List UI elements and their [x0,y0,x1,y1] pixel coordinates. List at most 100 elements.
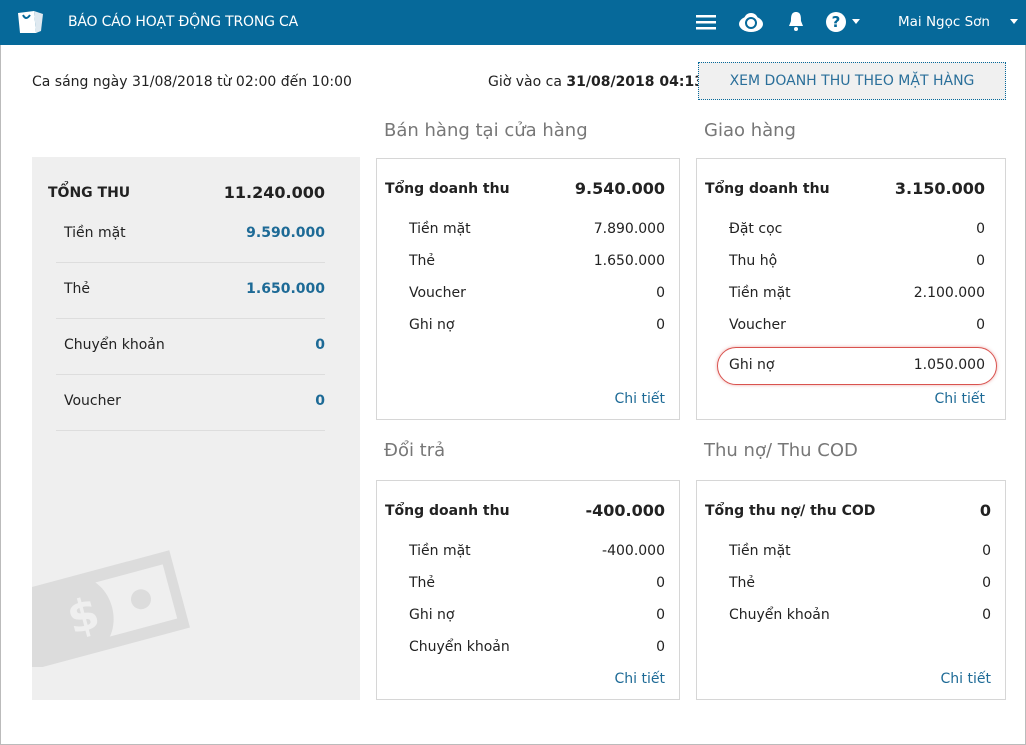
card-row: Thẻ 1.650.000 [409,253,665,273]
card-row: Ghi nợ 0 [409,607,665,627]
row-label: Ghi nợ [409,317,455,333]
delivery-detail-link[interactable]: Chi tiết [935,391,985,407]
total-row: Chuyển khoản 0 [56,319,325,375]
row-label: Tiền mặt [409,543,471,559]
card-head-label: Tổng doanh thu [705,181,830,197]
row-value: 0 [656,575,665,591]
total-label: TỔNG THU [48,185,131,201]
menu-icon[interactable] [696,13,716,31]
card-row: Thẻ 0 [729,575,991,595]
row-value: 0 [656,607,665,623]
row-label: Thẻ [729,575,756,591]
section-returns-title: Đổi trả [384,440,446,461]
card-row: Voucher 0 [729,317,985,337]
row-value: 0 [976,253,985,269]
checkin-info: Giờ vào ca 31/08/2018 04:13 [488,74,704,90]
row-label: Thu hộ [729,253,778,269]
checkin-label: Giờ vào ca [488,74,562,90]
row-label: Ghi nợ [729,357,775,373]
help-dropdown-caret-icon[interactable] [852,19,860,24]
view-revenue-by-item-button[interactable]: XEM DOANH THU THEO MẶT HÀNG [698,62,1006,100]
user-name[interactable]: Mai Ngọc Sơn [898,14,990,30]
card-row: Tiền mặt 7.890.000 [409,221,665,241]
row-value: 0 [656,639,665,655]
user-dropdown-caret-icon[interactable] [1010,19,1018,24]
row-value: 0 [315,337,325,353]
card-head-label: Tổng doanh thu [385,503,510,519]
row-value: -400.000 [602,543,665,559]
card-row: Thu hộ 0 [729,253,985,273]
row-label: Thẻ [409,575,436,591]
card-row: Voucher 0 [409,285,665,305]
card-row: Ghi nợ 0 [409,317,665,337]
row-label: Tiền mặt [729,285,791,301]
debt-detail-link[interactable]: Chi tiết [941,671,991,687]
row-label: Chuyển khoản [64,337,165,353]
card-row: Tiền mặt -400.000 [409,543,665,563]
section-delivery-title: Giao hàng [704,120,796,141]
row-label: Thẻ [409,253,436,269]
row-value: 0 [315,393,325,409]
row-value: 0 [982,575,991,591]
row-value: 0 [982,543,991,559]
row-label: Tiền mặt [729,543,791,559]
card-head-value: 3.150.000 [894,179,985,198]
total-row: Tiền mặt 9.590.000 [56,207,325,263]
top-bar: BÁO CÁO HOẠT ĐỘNG TRONG CA ? Mai Ngọc Sơ… [0,0,1026,45]
card-row: Đặt cọc 0 [729,221,985,241]
delivery-card: Tổng doanh thu 3.150.000 Đặt cọc 0 Thu hộ 0… [696,158,1006,420]
store-detail-link[interactable]: Chi tiết [615,391,665,407]
row-label: Voucher [409,285,466,301]
total-row: Thẻ 1.650.000 [56,263,325,319]
shopping-bag-logo-icon [18,11,43,33]
section-debt-title: Thu nợ/ Thu COD [704,440,858,461]
total-panel: TỔNG THU 11.240.000 Tiền mặt 9.590.000 Th… [32,157,360,700]
row-label: Chuyển khoản [409,639,510,655]
row-label: Chuyển khoản [729,607,830,623]
returns-card: Tổng doanh thu -400.000 Tiền mặt -400.000 … [376,480,680,700]
card-row-highlighted: Ghi nợ 1.050.000 [729,357,985,377]
row-label: Ghi nợ [409,607,455,623]
debt-card: Tổng thu nợ/ thu COD 0 Tiền mặt 0 Thẻ 0 Chu… [696,480,1006,700]
svg-text:?: ? [832,13,841,31]
page-title: BÁO CÁO HOẠT ĐỘNG TRONG CA [68,14,298,30]
card-row: Tiền mặt 0 [729,543,991,563]
row-label: Tiền mặt [409,221,471,237]
card-head-value: -400.000 [585,501,665,520]
section-store-title: Bán hàng tại cửa hàng [384,120,588,141]
store-card: Tổng doanh thu 9.540.000 Tiền mặt 7.890.00… [376,158,680,420]
bell-icon[interactable] [787,10,805,32]
row-value: 0 [656,317,665,333]
card-row: Chuyển khoản 0 [409,639,665,659]
row-label: Tiền mặt [64,225,126,241]
row-value: 2.100.000 [913,285,985,301]
row-value: 7.890.000 [593,221,665,237]
total-value: 11.240.000 [223,183,325,202]
cloud-sync-icon[interactable] [738,11,764,33]
row-label: Voucher [64,393,121,409]
row-value: 0 [976,317,985,333]
help-icon[interactable]: ? [825,11,847,33]
total-row: Voucher 0 [56,375,325,431]
row-value: 1.050.000 [913,357,985,373]
returns-detail-link[interactable]: Chi tiết [615,671,665,687]
row-value: 1.650.000 [246,281,325,297]
money-bill-icon: $ [32,550,190,667]
card-head-value: 9.540.000 [574,179,665,198]
shift-info: Ca sáng ngày 31/08/2018 từ 02:00 đến 10:… [32,74,352,90]
card-row: Thẻ 0 [409,575,665,595]
card-head-label: Tổng thu nợ/ thu COD [705,503,876,519]
card-row: Tiền mặt 2.100.000 [729,285,985,305]
row-label: Thẻ [64,281,91,297]
row-value: 9.590.000 [246,225,325,241]
row-value: 0 [976,221,985,237]
checkin-value: 31/08/2018 04:13 [566,74,704,90]
card-head-label: Tổng doanh thu [385,181,510,197]
row-label: Đặt cọc [729,221,783,237]
row-value: 0 [656,285,665,301]
row-label: Voucher [729,317,786,333]
card-row: Chuyển khoản 0 [729,607,991,627]
row-value: 1.650.000 [593,253,665,269]
card-head-value: 0 [979,501,991,520]
row-value: 0 [982,607,991,623]
